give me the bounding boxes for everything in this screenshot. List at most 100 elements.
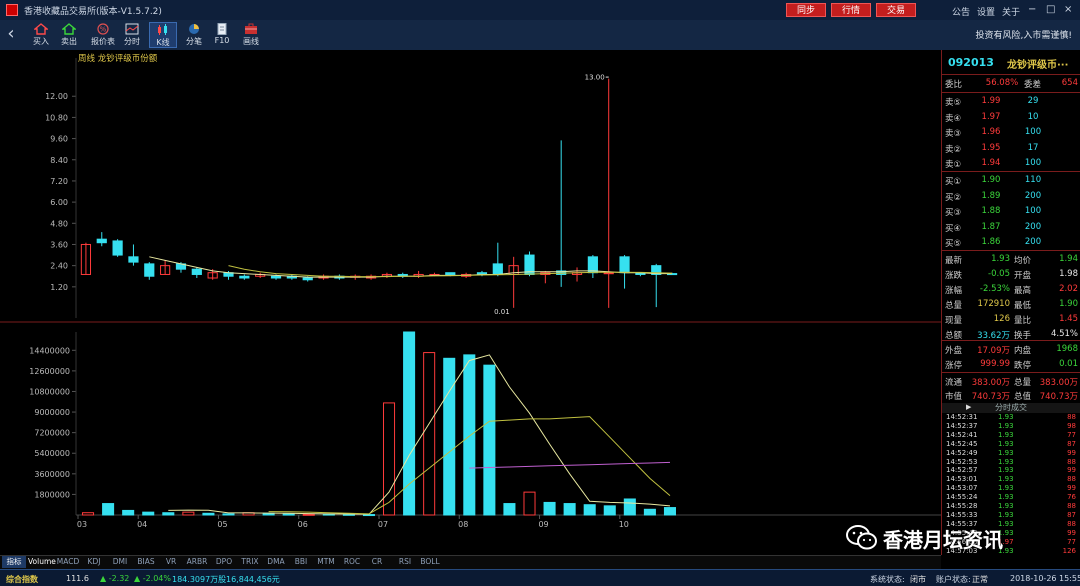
minimize-button[interactable]: − [1028,4,1036,15]
level-label: 买⑤ [945,239,962,249]
tab-bbi[interactable]: BBI [290,556,312,568]
price-axis-tick-label: 12.00 [45,92,68,101]
risk-notice: 投资有风险,入市需谨慎! [975,31,1072,41]
volume-bar [543,501,556,516]
bid-row: 买③ 1.88 100 [942,204,1080,219]
ask-row: 卖② 1.95 17 [942,141,1080,156]
tab-volume[interactable]: Volume [28,556,56,568]
document-icon [217,23,227,35]
candle-body [270,275,282,279]
index-label: 综合指数 [6,575,38,584]
stat-label: 总量 [945,301,963,311]
announcement-link[interactable]: 公告 [952,5,970,18]
tick-time: 14:52:53 [946,457,978,466]
tick-row: 14:53:07 1.93 99 [942,484,1080,492]
app-logo-icon [6,4,18,16]
volume-axis-tick-label: 14400000 [29,346,70,355]
tab-roc[interactable]: ROC [340,556,364,568]
stat-label: 最高 [1014,286,1032,296]
tick-button[interactable]: 分笔 [180,22,208,48]
maximize-button[interactable]: □ [1046,4,1055,15]
account-status-value: 正常 [972,575,988,584]
tab-indicator[interactable]: 指标 [2,556,26,568]
tick-row: 14:52:31 1.93 88 [942,413,1080,421]
candlestick-icon [158,24,167,35]
kline-button[interactable]: K线 [149,22,177,48]
tab-vr[interactable]: VR [160,556,182,568]
candle-body [445,272,456,275]
tab-boll[interactable]: BOLL [418,556,442,568]
kline-label: K线 [156,38,170,47]
tab-trix[interactable]: TRIX [238,556,262,568]
weibi-label: 委比 [945,80,963,90]
stat-label: 外盘 [945,346,963,356]
volume-bar [122,509,135,516]
tick-price: 1.93 [998,421,1014,430]
x-axis-tick-label: 08 [458,520,468,529]
stat-value: 17.09万 [977,346,1010,356]
house-icon [34,23,48,35]
tick-price: 1.93 [998,502,1014,510]
tick-row: 14:55:24 1.93 76 [942,493,1080,501]
level-price: 1.88 [981,206,1001,216]
stat-row: 市值 740.73万 总值 740.73万 [942,388,1080,403]
stat-value: 383.00万 [971,378,1010,388]
sell-button[interactable]: 卖出 [55,22,83,48]
candle-body [128,256,139,263]
volume-ma20-line [469,461,671,469]
quotes-button[interactable]: 行情 [831,3,871,17]
kline-chart[interactable]: 12.00 10.80 9.60 8.40 7.20 6.00 4.80 3.60 2.40 1.… [0,50,941,555]
tab-kdj[interactable]: KDJ [82,556,106,568]
buy-button[interactable]: 买入 [27,22,55,48]
level-price: 1.87 [981,221,1001,232]
tab-mtm[interactable]: MTM [314,556,338,568]
play-icon[interactable]: ▶ [966,403,971,411]
index-amount: 16,844,456元 [226,575,280,584]
stat-value: 740.73万 [971,392,1010,402]
sync-button[interactable]: 同步 [786,3,826,17]
back-arrow-icon[interactable]: ‹ [2,22,20,46]
f10-button[interactable]: F10 [208,22,236,48]
x-axis-tick-label: 10 [619,520,629,529]
level-label: 卖① [945,160,962,170]
stat-row: 总量 172910 最低 1.90 [942,297,1080,312]
quote-table-button[interactable]: % 报价表 [89,22,117,48]
settings-link[interactable]: 设置 [977,5,995,18]
tick-time: 14:52:45 [946,439,978,448]
volume-ma5-line [168,354,671,515]
about-link[interactable]: 关于 [1002,5,1020,18]
stat-value: -2.53% [979,284,1010,294]
bid-row: 买② 1.89 200 [942,189,1080,204]
stat-value: 4.51% [1050,329,1078,339]
svg-text:%: % [100,26,107,34]
stat-value: 1.90 [1059,299,1078,309]
tick-volume: 77 [1067,430,1076,439]
tab-cr[interactable]: CR [366,556,388,568]
quote-table-label: 报价表 [91,37,115,46]
divider [942,372,1080,373]
trade-button[interactable]: 交易 [876,3,916,17]
tab-bias[interactable]: BIAS [134,556,158,568]
draw-line-button[interactable]: 画线 [237,22,265,48]
tick-volume: 88 [1067,475,1076,484]
tab-dmi[interactable]: DMI [108,556,132,568]
volume-axis-tick-label: 1800000 [34,490,70,499]
tab-dpo[interactable]: DPO [212,556,236,568]
wechat-logo-icon [846,525,877,550]
x-axis-tick-label: 07 [378,520,388,529]
tab-arbr[interactable]: ARBR [184,556,210,568]
timeshare-button[interactable]: 分时 [118,22,146,48]
candle-body [191,268,202,275]
tab-dma[interactable]: DMA [264,556,288,568]
close-button[interactable]: × [1064,4,1072,15]
volume-bar [162,512,175,516]
tab-macd[interactable]: MACD [55,556,81,568]
tick-label: 分笔 [186,37,202,46]
tab-rsi[interactable]: RSI [394,556,416,568]
level-volume: 100 [1024,158,1042,168]
tick-row: 14:55:33 1.93 87 [942,511,1080,519]
tick-price: 1.93 [998,484,1014,493]
stat-row: 涨幅 -2.53% 最高 2.02 [942,282,1080,297]
stat-value: 0.01 [1059,359,1078,369]
f10-label: F10 [214,36,230,45]
